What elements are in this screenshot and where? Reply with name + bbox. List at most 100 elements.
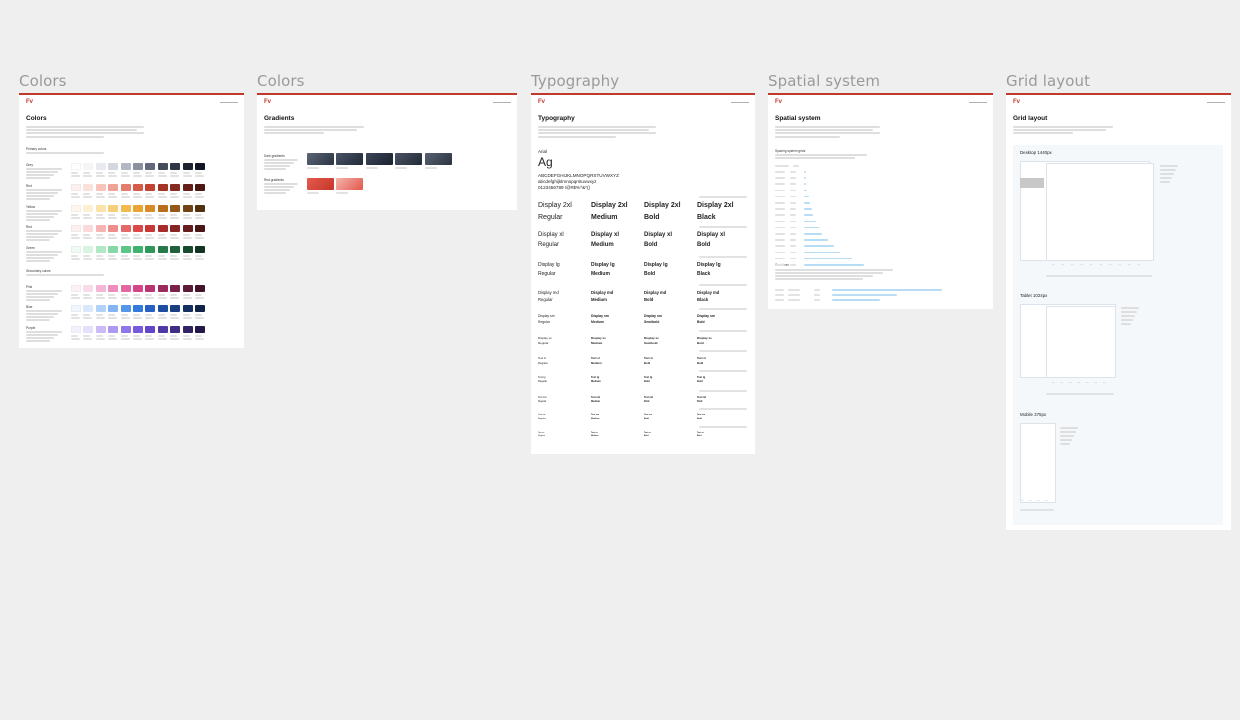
swatch-meta-line bbox=[195, 234, 202, 236]
spatial-system-board[interactable]: Fv ▬▬▬▬▬▬ Spatial system Spacing system … bbox=[768, 93, 993, 309]
swatch-meta-line bbox=[71, 258, 80, 260]
type-sample: Display lg bbox=[697, 262, 721, 268]
group-description-line bbox=[264, 159, 298, 161]
swatch-meta-line bbox=[83, 317, 93, 319]
swatch-meta-line bbox=[120, 214, 128, 216]
spacing-bar bbox=[804, 239, 828, 241]
swatch-meta-line bbox=[108, 294, 116, 296]
type-sample: Display 2xl bbox=[538, 202, 572, 209]
board-title: Typography bbox=[538, 115, 575, 122]
frame-title-spatial-system[interactable]: Spatial system bbox=[768, 72, 880, 90]
type-sample: Display sm bbox=[538, 314, 555, 318]
colors-board[interactable]: Fv ▬▬▬▬▬▬ Colors Primary colors Secondar… bbox=[19, 93, 244, 348]
spacing-token-line bbox=[775, 195, 785, 198]
description-line bbox=[26, 129, 137, 132]
tablet-width-line bbox=[1046, 393, 1114, 395]
type-weight-label: Bold bbox=[644, 435, 649, 438]
color-swatch bbox=[157, 326, 168, 333]
color-swatch bbox=[120, 285, 131, 292]
dark-gradient-swatch bbox=[395, 153, 423, 165]
frame-title-grid-layout[interactable]: Grid layout bbox=[1006, 72, 1090, 90]
desktop-column-marker: ꟷ bbox=[1090, 263, 1093, 267]
swatch-meta-line bbox=[95, 294, 103, 296]
gradient-meta-line bbox=[336, 167, 349, 169]
type-weight-label: Medium bbox=[591, 242, 614, 249]
color-swatch bbox=[120, 305, 131, 312]
gradient-group-dark: Dark gradients bbox=[264, 154, 285, 158]
swatch-meta-line bbox=[157, 314, 165, 316]
style-meta-line bbox=[699, 370, 747, 372]
spacing-value-line bbox=[790, 245, 796, 247]
typography-board[interactable]: Fv ▬▬▬▬▬▬ Typography Arial Ag ABCDEFGHIJ… bbox=[531, 93, 755, 454]
frame-title-typography[interactable]: Typography bbox=[531, 72, 619, 90]
spacing-value-line bbox=[790, 264, 796, 266]
swatch-meta-line bbox=[133, 175, 142, 177]
swatch-meta-line bbox=[83, 335, 91, 337]
color-swatch bbox=[95, 285, 106, 292]
breakpoint-desktop: Desktop 1440px bbox=[1020, 150, 1052, 155]
swatch-meta-line bbox=[95, 175, 105, 177]
color-swatch bbox=[157, 285, 168, 292]
style-meta-line bbox=[699, 426, 747, 428]
brand-logo-icon: Fv bbox=[538, 99, 546, 105]
container-token-line bbox=[775, 299, 784, 301]
swatch-meta-line bbox=[145, 196, 155, 198]
swatch-meta-line bbox=[71, 214, 78, 216]
color-swatch bbox=[157, 163, 168, 170]
font-sample-glyph: Ag bbox=[538, 155, 553, 169]
group-description-line bbox=[264, 186, 294, 188]
swatch-meta-line bbox=[145, 234, 153, 236]
description-line bbox=[26, 135, 104, 138]
swatch-meta-line bbox=[157, 193, 165, 195]
lowercase-glyphs: abcdefghijklmnopqrstuvwxyz bbox=[538, 179, 597, 184]
color-swatch bbox=[108, 163, 119, 170]
tablet-column-marker: ꟷ bbox=[1077, 381, 1080, 385]
swatch-meta-line bbox=[108, 237, 118, 239]
swatch-meta-line bbox=[182, 193, 190, 195]
swatch-meta-line bbox=[133, 317, 142, 319]
container-value-line bbox=[814, 294, 820, 296]
color-swatch bbox=[182, 246, 193, 253]
description-line bbox=[775, 129, 873, 132]
container-bar bbox=[832, 294, 897, 296]
color-swatch bbox=[195, 184, 205, 191]
color-swatch bbox=[71, 205, 81, 212]
swatch-meta-line bbox=[145, 335, 153, 337]
type-sample: Display xl bbox=[697, 232, 726, 238]
color-swatch bbox=[157, 246, 168, 253]
type-weight-label: Bold bbox=[644, 417, 649, 420]
swatch-meta-line bbox=[95, 196, 105, 198]
frame-title-colors[interactable]: Colors bbox=[19, 72, 67, 90]
swatch-meta-line bbox=[95, 258, 105, 260]
grid-layout-board[interactable]: Fv ▬▬▬▬▬▬ Grid layout Desktop 1440px Tab… bbox=[1006, 93, 1231, 530]
desktop-column-marker: ꟷ bbox=[1052, 263, 1055, 267]
description-line bbox=[775, 132, 880, 135]
swatch-meta-line bbox=[157, 294, 165, 296]
gradients-board[interactable]: Fv ▬▬▬▬▬▬ Gradients Dark gradients Red g… bbox=[257, 93, 517, 210]
style-meta-line bbox=[699, 256, 747, 258]
spacing-bar bbox=[804, 208, 812, 210]
swatch-meta-line bbox=[182, 234, 190, 236]
color-swatch bbox=[71, 184, 81, 191]
type-sample: Text md bbox=[591, 396, 600, 399]
tablet-spec-line bbox=[1121, 315, 1135, 317]
swatch-meta-line bbox=[120, 237, 130, 239]
spacing-value-line bbox=[790, 214, 796, 216]
section-subtitle-line bbox=[775, 154, 867, 156]
desktop-spec-line bbox=[1160, 169, 1176, 171]
color-swatch bbox=[71, 326, 81, 333]
color-swatch bbox=[133, 205, 143, 212]
swatch-meta-line bbox=[182, 217, 192, 219]
type-weight-label: Regular bbox=[538, 297, 553, 303]
spacing-token-line bbox=[775, 251, 785, 254]
section-subtitle-line bbox=[26, 152, 104, 154]
frame-title-gradients[interactable]: Colors bbox=[257, 72, 305, 90]
color-swatch bbox=[182, 285, 193, 292]
tablet-spec-line bbox=[1121, 311, 1137, 313]
spacing-bar bbox=[804, 251, 840, 254]
swatch-meta-line bbox=[108, 196, 118, 198]
spacing-value-line bbox=[790, 208, 796, 210]
type-weight-label: Semibold bbox=[644, 341, 658, 346]
color-swatch bbox=[133, 305, 143, 312]
board-title: Grid layout bbox=[1013, 115, 1048, 122]
